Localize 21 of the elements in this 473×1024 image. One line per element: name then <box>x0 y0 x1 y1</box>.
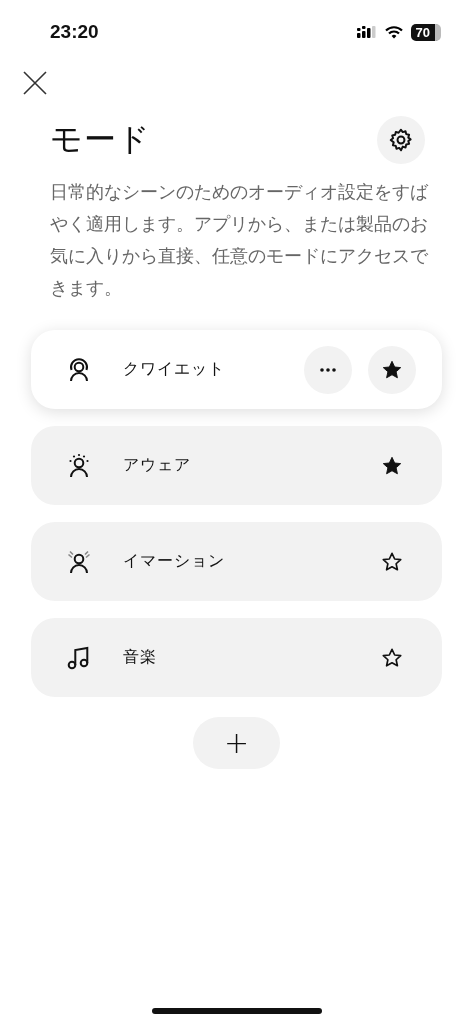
battery-indicator: 70 <box>410 23 441 41</box>
settings-icon <box>388 127 414 153</box>
add-button[interactable]: + <box>193 717 280 769</box>
mode-name: クワイエット <box>123 359 226 380</box>
wifi-icon <box>384 25 403 39</box>
mode-card[interactable]: アウェア <box>31 426 442 505</box>
close-button[interactable] <box>22 70 48 96</box>
favorite-button[interactable] <box>368 345 416 394</box>
mode-name: アウェア <box>123 455 192 476</box>
mode-name: イマーション <box>123 551 226 572</box>
mode-card[interactable]: イマーション <box>31 522 442 601</box>
mode-card[interactable]: クワイエット <box>31 330 442 409</box>
status-time: 23:20 <box>50 21 99 43</box>
mode-name: 音楽 <box>123 647 158 668</box>
close-icon <box>22 70 48 96</box>
settings-button[interactable] <box>377 116 425 164</box>
ellipsis-icon <box>320 367 336 372</box>
page-title: モード <box>50 119 151 160</box>
mode-card[interactable]: 音楽 <box>31 618 442 697</box>
description-text: 日常的なシーンのためのオーディオ設定をすばやく適用します。アプリから、または製品のお気に入りから直接、任意のモードにアクセスできます。 <box>50 181 429 300</box>
signal-icon <box>356 26 377 38</box>
